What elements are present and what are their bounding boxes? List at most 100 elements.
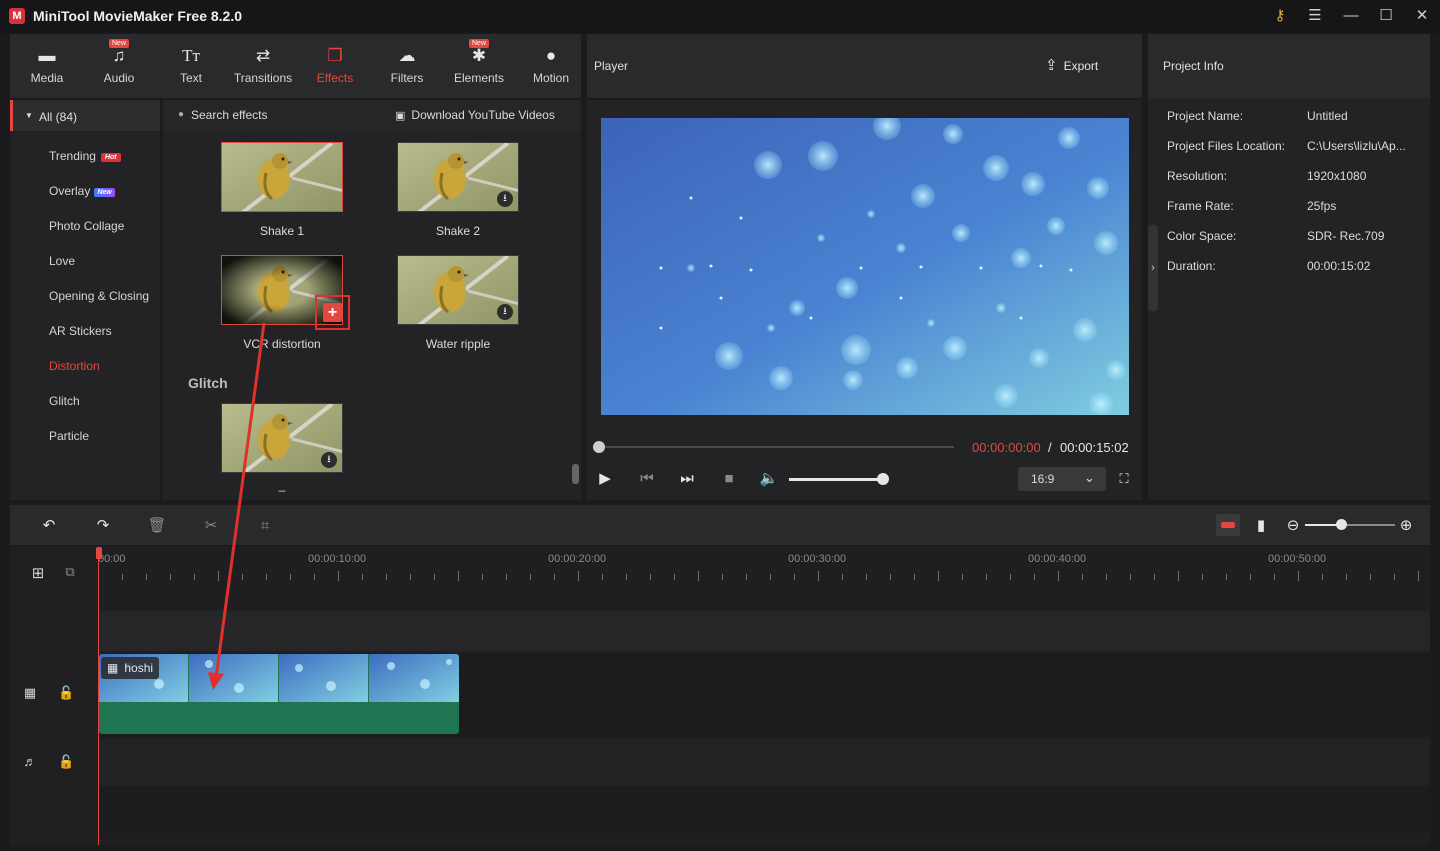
- crop-icon[interactable]: ⌗: [254, 517, 276, 535]
- ruler-tick: [170, 574, 171, 580]
- playback-progress-knob[interactable]: [593, 441, 605, 453]
- ruler-tick: [602, 574, 603, 580]
- zoom-knob[interactable]: [1336, 519, 1347, 530]
- ruler-tick: [242, 574, 243, 580]
- total-time: 00:00:15:02: [1060, 440, 1129, 455]
- play-icon[interactable]: ▶: [595, 470, 615, 488]
- tab-effects[interactable]: ❐ Effects: [300, 34, 370, 98]
- ruler-tick: [578, 571, 579, 581]
- effect-thumbnail-shake-2[interactable]: ⭳: [397, 142, 519, 212]
- effect-thumbnail-glitch-1[interactable]: ⭳: [221, 403, 343, 473]
- add-effect-button[interactable]: +: [315, 295, 350, 330]
- youtube-icon: ▣: [395, 110, 406, 122]
- next-frame-icon[interactable]: ⏭: [677, 470, 697, 488]
- tab-transitions[interactable]: ⇄ Transitions: [228, 34, 298, 98]
- lock-icon[interactable]: 🔓: [58, 754, 74, 770]
- effect-label-water-ripple: Water ripple: [425, 337, 491, 351]
- category-overlay-label: Overlay: [49, 184, 91, 198]
- category-ar-stickers[interactable]: AR Stickers: [49, 324, 112, 338]
- tab-filters[interactable]: ☁ Filters: [372, 34, 442, 98]
- playback-progress-bar[interactable]: [599, 446, 954, 448]
- volume-knob[interactable]: [877, 473, 889, 485]
- minimize-button[interactable]: —: [1340, 6, 1362, 26]
- plus-icon: +: [323, 303, 342, 322]
- category-opening-closing[interactable]: Opening & Closing: [49, 289, 149, 303]
- ruler-tick: [1250, 574, 1251, 580]
- ruler-label: 00:00:40:00: [1028, 553, 1087, 565]
- ruler-tick: [554, 574, 555, 580]
- audio-track-icon: ♬: [23, 754, 37, 769]
- category-distortion[interactable]: Distortion: [49, 359, 100, 373]
- ruler-tick: [1226, 574, 1227, 580]
- ruler-tick: [890, 574, 891, 580]
- download-icon[interactable]: ⭳: [497, 191, 513, 207]
- close-button[interactable]: ✕: [1411, 6, 1433, 26]
- tab-media[interactable]: ▬ Media: [12, 34, 82, 98]
- fullscreen-icon[interactable]: ⛶: [1116, 471, 1132, 487]
- copy-track-icon[interactable]: ⧉: [62, 564, 78, 580]
- hamburger-menu-icon[interactable]: ☰: [1304, 6, 1326, 26]
- ruler-label: 00:00:30:00: [788, 553, 847, 565]
- category-love[interactable]: Love: [49, 254, 75, 268]
- category-glitch[interactable]: Glitch: [49, 394, 80, 408]
- category-overlay[interactable]: Overlay New: [49, 184, 115, 198]
- zoom-out-icon[interactable]: ⊖: [1282, 517, 1304, 535]
- ruler-tick: [1178, 571, 1179, 581]
- stop-icon[interactable]: ■: [719, 470, 739, 488]
- tab-elements[interactable]: New ✱ Elements: [444, 34, 514, 98]
- lock-icon[interactable]: 🔓: [58, 685, 74, 701]
- delete-icon[interactable]: 🗑: [146, 517, 168, 535]
- maximize-button[interactable]: ☐: [1375, 6, 1397, 26]
- category-all[interactable]: ▼ All (84): [10, 100, 160, 131]
- video-clip[interactable]: ▦ hoshi: [99, 654, 459, 734]
- motion-icon: ●: [545, 46, 557, 65]
- redo-icon[interactable]: ↷: [92, 517, 114, 535]
- ruler-tick: [290, 574, 291, 580]
- audio-track-lane-2[interactable]: [98, 787, 1430, 833]
- previous-frame-icon[interactable]: ⏮: [637, 470, 657, 488]
- info-value-resolution: 1920x1080: [1307, 169, 1367, 183]
- category-trending[interactable]: Trending Hot: [49, 149, 121, 163]
- search-input[interactable]: [191, 108, 361, 122]
- volume-icon[interactable]: 🔈: [759, 470, 779, 488]
- tab-motion-label: Motion: [532, 71, 570, 85]
- aspect-ratio-select[interactable]: 16:9 ⌄: [1018, 467, 1106, 491]
- download-icon[interactable]: ⭳: [321, 452, 337, 468]
- ruler-label: 00:00:20:00: [548, 553, 607, 565]
- zoom-in-icon[interactable]: ⊕: [1395, 517, 1417, 535]
- key-icon[interactable]: ⚷: [1269, 6, 1291, 26]
- tab-text[interactable]: Tт Text: [156, 34, 226, 98]
- download-icon[interactable]: ⭳: [497, 304, 513, 320]
- panel-collapse-handle[interactable]: ›: [1148, 225, 1158, 311]
- category-photo-collage[interactable]: Photo Collage: [49, 219, 124, 233]
- player-title: Player: [594, 59, 629, 73]
- split-icon[interactable]: ✂: [200, 517, 222, 535]
- info-label-resolution: Resolution:: [1167, 169, 1228, 183]
- timeline-ruler[interactable]: 00:00 00:00:10:00 00:00:20:00 00:00:30:0…: [98, 546, 1430, 586]
- empty-track-lane[interactable]: [98, 611, 1430, 651]
- tab-audio[interactable]: New ♫ Audio: [84, 34, 154, 98]
- category-particle[interactable]: Particle: [49, 429, 89, 443]
- effect-thumbnail-shake-1[interactable]: [221, 142, 343, 212]
- snap-icon: [1221, 522, 1235, 528]
- ruler-tick: [482, 574, 483, 580]
- playhead-handle[interactable]: [96, 547, 102, 559]
- add-track-icon[interactable]: ⊞: [30, 564, 46, 582]
- chevron-down-icon: ⌄: [1084, 470, 1095, 485]
- playhead[interactable]: [98, 549, 99, 845]
- bokeh-preview-image: [601, 112, 1129, 416]
- download-youtube-link[interactable]: ▣ Download YouTube Videos: [395, 108, 555, 122]
- ruler-tick: [674, 574, 675, 580]
- volume-slider[interactable]: [789, 478, 883, 481]
- elements-icon: ✱: [471, 46, 487, 65]
- bird-thumbnail-image: [222, 143, 342, 211]
- audio-mix-icon[interactable]: ▮: [1250, 517, 1272, 535]
- tab-motion[interactable]: ● Motion: [516, 34, 586, 98]
- audio-track-lane[interactable]: [98, 739, 1430, 785]
- export-button[interactable]: ⇪ Export: [1045, 56, 1098, 76]
- effect-thumbnail-water-ripple[interactable]: ⭳: [397, 255, 519, 325]
- snap-toggle-button[interactable]: [1216, 514, 1240, 536]
- effects-scrollbar[interactable]: [572, 464, 579, 484]
- ruler-tick: [1154, 574, 1155, 580]
- undo-icon[interactable]: ↶: [38, 517, 60, 535]
